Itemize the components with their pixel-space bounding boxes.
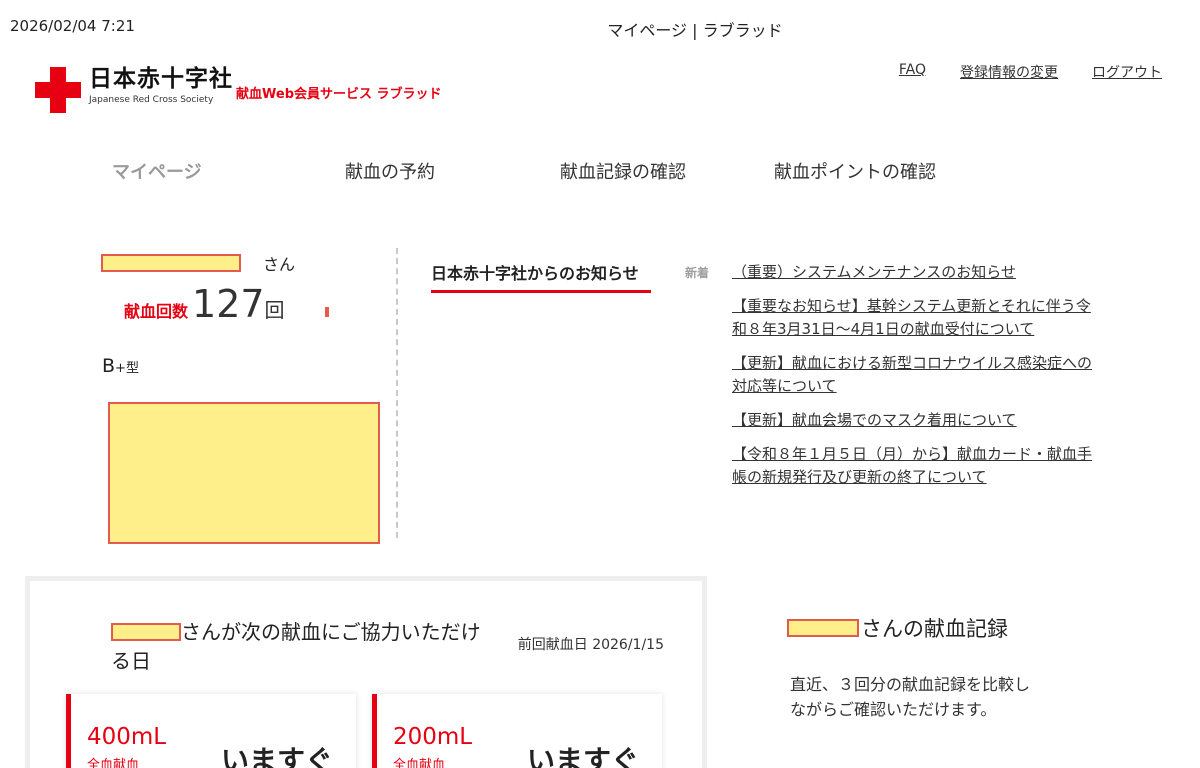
jrc-logo[interactable]: 日本赤十字社 Japanese Red Cross Society xyxy=(35,66,233,113)
logo-english-name: Japanese Red Cross Society xyxy=(89,95,214,105)
redaction-mark xyxy=(324,307,329,317)
service-name: 献血Web会員サービス ラブラッド xyxy=(236,87,442,102)
donation-type: 全血献血 xyxy=(87,758,140,768)
section-divider xyxy=(396,248,398,538)
nav-records[interactable]: 献血記録の確認 xyxy=(560,158,686,184)
edit-profile-link[interactable]: 登録情報の変更 xyxy=(960,62,1058,82)
nav-mypage[interactable]: マイページ xyxy=(112,158,202,184)
records-title-text: さんの献血記録 xyxy=(861,617,1008,641)
nav-reserve[interactable]: 献血の予約 xyxy=(345,158,435,184)
next-donation-title: さんが次の献血にご協力いただける日 xyxy=(111,618,491,676)
redacted-member-card xyxy=(108,402,380,544)
faq-link[interactable]: FAQ xyxy=(899,62,926,82)
donation-volume: 200mL xyxy=(393,724,473,750)
news-link[interactable]: 【更新】献血における新型コロナウイルス感染症への対応等について xyxy=(732,354,1092,395)
donation-availability: いますぐ xyxy=(527,744,640,768)
list-item: 【更新】献血会場でのマスク着用について xyxy=(732,409,1092,432)
donation-volume: 400mL xyxy=(87,724,167,750)
donation-type-card-200[interactable]: 200mL 全血献血 いますぐ xyxy=(372,694,662,768)
last-donation-date: 前回献血日 2026/1/15 xyxy=(517,637,664,653)
news-link[interactable]: 【令和８年１月５日（月）から】献血カード・献血手帳の新規発行及び更新の終了につい… xyxy=(732,445,1092,486)
honorific: さん xyxy=(263,255,296,274)
next-donation-panel: さんが次の献血にご協力いただける日 前回献血日 2026/1/15 400mL … xyxy=(25,576,707,768)
new-badge: 新着 xyxy=(685,266,710,280)
print-page-title: マイページ | ラブラッド xyxy=(607,21,783,40)
nav-points[interactable]: 献血ポイントの確認 xyxy=(774,158,936,184)
news-list: （重要）システムメンテナンスのお知らせ 【重要なお知らせ】基幹システム更新とそれ… xyxy=(732,261,1092,500)
profile-summary: さん 献血回数 127 回 B+型 xyxy=(0,248,400,548)
redacted-user-name xyxy=(101,254,241,272)
blood-type: B+型 xyxy=(102,355,139,377)
donation-count: 献血回数 127 回 xyxy=(124,282,329,326)
news-link[interactable]: 【重要なお知らせ】基幹システム更新とそれに伴う令和８年3月31日～4月1日の献血… xyxy=(732,297,1091,338)
donation-count-unit: 回 xyxy=(264,298,285,322)
news-link[interactable]: 【更新】献血会場でのマスク着用について xyxy=(732,411,1017,429)
blood-type-rh: +型 xyxy=(115,361,139,376)
donation-type-card-400[interactable]: 400mL 全血献血 いますぐ xyxy=(66,694,356,768)
records-description: 直近、３回分の献血記録を比較しながらご確認いただけます。 xyxy=(790,675,1031,719)
news-heading: 日本赤十字社からのお知らせ xyxy=(431,260,651,293)
main-nav: マイページ 献血の予約 献血記録の確認 献血ポイントの確認 xyxy=(0,158,1200,184)
news-link[interactable]: （重要）システムメンテナンスのお知らせ xyxy=(732,263,1016,281)
donation-count-label: 献血回数 xyxy=(124,302,189,321)
donation-records-heading: さんの献血記録 xyxy=(787,613,1008,643)
list-item: 【重要なお知らせ】基幹システム更新とそれに伴う令和８年3月31日～4月1日の献血… xyxy=(732,295,1092,341)
donation-type: 全血献血 xyxy=(393,758,446,768)
donation-availability: いますぐ xyxy=(221,744,334,768)
red-cross-icon xyxy=(35,67,81,113)
list-item: 【令和８年１月５日（月）から】献血カード・献血手帳の新規発行及び更新の終了につい… xyxy=(732,443,1092,489)
redacted-user-name xyxy=(787,619,859,637)
blood-type-abo: B xyxy=(102,355,116,377)
redacted-user-name xyxy=(111,623,181,641)
logo-japanese-name: 日本赤十字社 xyxy=(89,66,233,92)
list-item: 【更新】献血における新型コロナウイルス感染症への対応等について xyxy=(732,352,1092,398)
donation-count-value: 127 xyxy=(192,282,265,326)
header-links: FAQ 登録情報の変更 ログアウト xyxy=(899,62,1162,82)
list-item: （重要）システムメンテナンスのお知らせ xyxy=(732,261,1092,284)
logout-link[interactable]: ログアウト xyxy=(1092,62,1162,82)
